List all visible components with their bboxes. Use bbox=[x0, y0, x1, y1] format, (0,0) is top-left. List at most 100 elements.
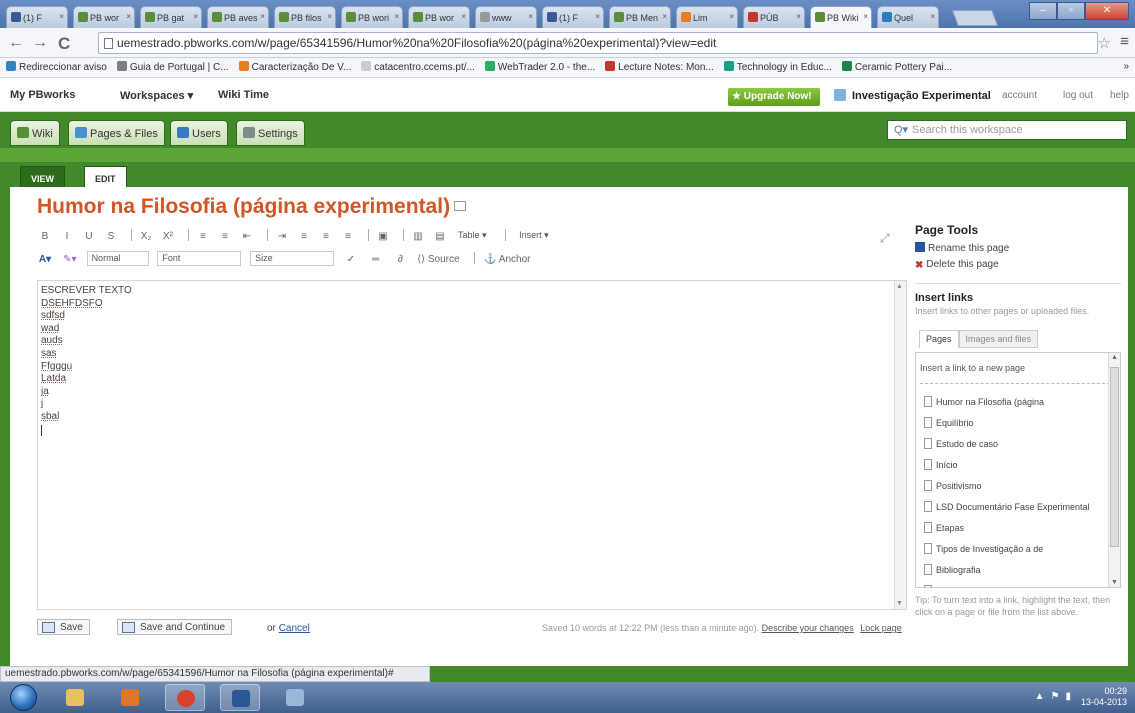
format-button[interactable]: ≡ bbox=[296, 231, 312, 247]
page-list-item[interactable]: Início bbox=[924, 456, 1104, 477]
close-window-button[interactable]: ✕ bbox=[1085, 2, 1129, 20]
page-list-item[interactable]: Positivismo bbox=[924, 477, 1104, 498]
tab-close-icon[interactable]: × bbox=[595, 12, 600, 21]
rename-page-link[interactable]: Rename this page bbox=[915, 242, 1121, 254]
bookmark-star-icon[interactable]: ☆ bbox=[1098, 34, 1111, 52]
format-button[interactable]: ▤ bbox=[432, 231, 448, 247]
page-list-item[interactable]: Equilíbrio bbox=[924, 414, 1104, 435]
text-color-icon[interactable]: A▾ bbox=[37, 254, 53, 270]
browser-tab[interactable]: PB aves × bbox=[207, 6, 269, 28]
workspaces-menu[interactable]: Workspaces ▾ bbox=[120, 89, 193, 102]
taskbar-app-paint[interactable] bbox=[275, 684, 315, 711]
bookmark-item[interactable]: catacentro.ccems.pt/... bbox=[361, 61, 475, 73]
tab-images-files[interactable]: Images and files bbox=[958, 330, 1039, 348]
format-button[interactable]: ≡ bbox=[217, 231, 233, 247]
scroll-down-icon[interactable]: ▼ bbox=[896, 600, 903, 607]
nav-tab-settings[interactable]: Settings bbox=[236, 120, 305, 146]
nav-tab-users[interactable]: Users bbox=[170, 120, 228, 146]
page-list-item[interactable]: Humor na Filosofia (página bbox=[924, 393, 1104, 414]
search-input[interactable]: Q▾ Search this workspace bbox=[887, 120, 1127, 140]
tab-close-icon[interactable]: × bbox=[729, 12, 734, 21]
nav-tab-wiki[interactable]: Wiki bbox=[10, 120, 60, 146]
menu-icon[interactable]: ≡ bbox=[1120, 33, 1129, 50]
system-clock[interactable]: 00:29 13-04-2013 bbox=[1081, 686, 1127, 708]
browser-tab[interactable]: Quel × bbox=[877, 6, 939, 28]
format-button[interactable]: I bbox=[59, 231, 75, 247]
forward-arrow-icon[interactable]: → bbox=[32, 34, 48, 52]
bookmark-item[interactable]: WebTrader 2.0 - the... bbox=[484, 61, 595, 73]
reload-icon[interactable]: C bbox=[58, 34, 70, 54]
format-button[interactable]: ≡ bbox=[340, 231, 356, 247]
format-button[interactable]: ▣ bbox=[375, 231, 391, 247]
browser-tab[interactable]: PB Wiki × bbox=[810, 6, 872, 29]
lock-page-link[interactable]: Lock page bbox=[860, 623, 902, 633]
tab-close-icon[interactable]: × bbox=[193, 12, 198, 21]
expand-editor-icon[interactable]: ⤢ bbox=[880, 231, 890, 246]
page-list-item[interactable]: Pesquisa Experimental - Conceito bbox=[924, 582, 1104, 587]
browser-tab[interactable]: (1) F × bbox=[6, 6, 68, 28]
wiki-time-link[interactable]: Wiki Time bbox=[218, 89, 269, 101]
format-button[interactable]: ▥ bbox=[410, 231, 426, 247]
tab-close-icon[interactable]: × bbox=[327, 12, 332, 21]
address-bar[interactable]: uemestrado.pbworks.com/w/page/65341596/H… bbox=[98, 32, 1098, 54]
source-button[interactable]: ⟨⟩ Source bbox=[417, 254, 459, 270]
bookmark-item[interactable]: Ceramic Pottery Pai... bbox=[841, 61, 952, 73]
link-icon[interactable]: ∂ bbox=[392, 254, 408, 270]
tab-edit[interactable]: EDIT bbox=[84, 166, 127, 188]
scroll-up-icon[interactable]: ▲ bbox=[1111, 354, 1118, 361]
browser-tab[interactable]: www × bbox=[475, 6, 537, 28]
new-tab-button[interactable] bbox=[952, 10, 998, 26]
editor-scrollbar[interactable]: ▲ ▼ bbox=[894, 281, 906, 609]
format-button[interactable]: X² bbox=[160, 231, 176, 247]
maximize-button[interactable]: ▫ bbox=[1057, 2, 1085, 20]
minimize-button[interactable]: – bbox=[1029, 2, 1057, 20]
browser-tab[interactable]: PB filos × bbox=[274, 6, 336, 28]
upgrade-button[interactable]: ★ Upgrade Now! bbox=[728, 88, 820, 106]
taskbar-app-outlook[interactable] bbox=[110, 684, 150, 711]
start-button[interactable] bbox=[10, 684, 37, 711]
bookmarks-more[interactable]: » bbox=[1123, 61, 1129, 72]
editor-content[interactable]: ESCREVER TEXTO DSEHFDSFO sdfsd wad auds sas Ff… bbox=[41, 285, 132, 436]
scroll-thumb[interactable] bbox=[1110, 367, 1119, 547]
back-arrow-icon[interactable]: ← bbox=[8, 34, 24, 52]
browser-tab[interactable]: (1) F × bbox=[542, 6, 604, 28]
taskbar-app-word[interactable] bbox=[220, 684, 260, 711]
page-list-item[interactable]: LSD Documentário Fase Experimental bbox=[924, 498, 1104, 519]
browser-tab[interactable]: Lim × bbox=[676, 6, 738, 28]
table-menu[interactable]: Table ▾ bbox=[454, 229, 491, 244]
browser-tab[interactable]: PÚB × bbox=[743, 6, 805, 28]
tab-close-icon[interactable]: × bbox=[394, 12, 399, 21]
taskbar-app-explorer[interactable] bbox=[55, 684, 95, 711]
tab-close-icon[interactable]: × bbox=[796, 12, 801, 21]
spellcheck-icon[interactable]: ✓ bbox=[343, 254, 359, 270]
size-select[interactable]: Size bbox=[250, 251, 335, 266]
page-list-item[interactable]: Etapas bbox=[924, 519, 1104, 540]
bookmark-item[interactable]: Guia de Portugal | C... bbox=[116, 61, 229, 73]
page-list-item[interactable]: Estudo de caso bbox=[924, 435, 1104, 456]
page-list-item[interactable]: Bibliografia bbox=[924, 561, 1104, 582]
bookmark-item[interactable]: Caracterização De V... bbox=[238, 61, 351, 73]
delete-page-link[interactable]: ✖ Delete this page bbox=[915, 259, 1121, 271]
tab-close-icon[interactable]: × bbox=[863, 12, 868, 21]
tab-close-icon[interactable]: × bbox=[126, 12, 131, 21]
tray-icons[interactable]: ▲⚑▮ bbox=[1035, 691, 1077, 702]
tab-close-icon[interactable]: × bbox=[260, 12, 265, 21]
browser-tab[interactable]: PB wor × bbox=[408, 6, 470, 28]
format-button[interactable]: ≡ bbox=[318, 231, 334, 247]
nav-tab-pages-files[interactable]: Pages & Files bbox=[68, 120, 165, 146]
browser-tab[interactable]: PB gat × bbox=[140, 6, 202, 28]
save-button[interactable]: Save bbox=[37, 619, 90, 635]
bookmark-item[interactable]: Technology in Educ... bbox=[723, 61, 832, 73]
horizontal-rule-icon[interactable]: ═ bbox=[368, 254, 384, 270]
scroll-down-icon[interactable]: ▼ bbox=[1111, 579, 1118, 586]
describe-changes-link[interactable]: Describe your changes bbox=[762, 623, 854, 633]
format-button[interactable]: X₂ bbox=[138, 231, 154, 247]
editor-textarea[interactable]: ESCREVER TEXTO DSEHFDSFO sdfsd wad auds sas Ff… bbox=[37, 280, 907, 610]
tab-close-icon[interactable]: × bbox=[461, 12, 466, 21]
tab-close-icon[interactable]: × bbox=[662, 12, 667, 21]
tab-pages[interactable]: Pages bbox=[919, 330, 959, 348]
highlight-color-icon[interactable]: ✎▾ bbox=[62, 254, 78, 270]
edit-title-icon[interactable] bbox=[454, 201, 467, 211]
format-button[interactable]: U bbox=[81, 231, 97, 247]
browser-tab[interactable]: PB Men × bbox=[609, 6, 671, 28]
